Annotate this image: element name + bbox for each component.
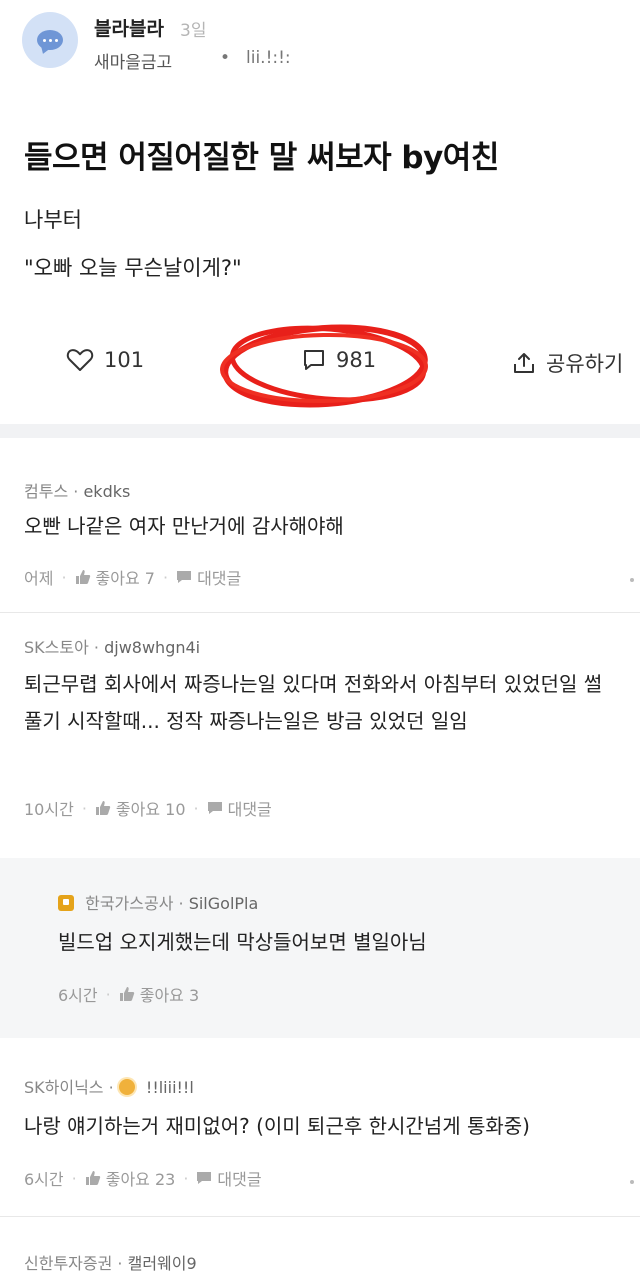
post-action-bar: 101 981 공유하기 — [0, 320, 640, 410]
more-options-icon[interactable] — [630, 1180, 634, 1184]
meta-separator: · — [73, 482, 79, 501]
comment-footer: 어제 · 좋아요 7 · 대댓글 — [24, 565, 241, 589]
comment-divider — [0, 1216, 640, 1217]
like-label: 좋아요 10 — [115, 800, 186, 819]
comment-divider — [0, 612, 640, 613]
reply-nickname: SilGolPla — [188, 894, 259, 913]
comment-nickname: djw8whgn4i — [104, 638, 201, 657]
post-company: 새마을금고 — [94, 53, 173, 73]
like-button[interactable]: 좋아요 23 — [85, 1166, 176, 1190]
like-label: 좋아요 23 — [105, 1170, 176, 1189]
post-time: 3일 — [180, 21, 207, 41]
reply-label: 대댓글 — [227, 800, 272, 819]
meta-separator: · — [105, 984, 111, 1004]
reply-time: 6시간 — [58, 986, 98, 1005]
thumbs-up-icon — [95, 801, 111, 815]
share-icon — [514, 353, 534, 373]
comment-text: 퇴근무렵 회사에서 짜증나는일 있다며 전화와서 아침부터 있었던일 썰 풀기 … — [24, 672, 603, 733]
post-author[interactable]: 블라블라 — [94, 14, 164, 41]
comment-company: 컴투스 — [24, 482, 69, 501]
thumbs-up-icon — [119, 987, 134, 1001]
speech-bubble-icon — [177, 571, 192, 583]
speech-bubble-icon — [197, 1172, 212, 1184]
avatar[interactable] — [22, 12, 78, 68]
comment-meta: SK스토아 · djw8whgn4i — [24, 634, 200, 658]
like-label: 좋아요 7 — [95, 569, 155, 588]
comment-footer: 6시간 · 좋아요 23 · 대댓글 — [24, 1166, 262, 1190]
post-body-line: "오빠 오늘 무슨날이게?" — [24, 256, 242, 280]
post-header: 블라블라 3일 새마을금고 • lii.!:!: — [22, 10, 622, 73]
thumbs-up-icon — [75, 570, 90, 584]
post-title: 들으면 어질어질한 말 써보자 by여친 — [24, 140, 499, 176]
post-nickname: lii.!:!: — [246, 48, 291, 68]
like-button[interactable]: 좋아요 3 — [119, 982, 199, 1006]
thumbs-up-icon — [85, 1171, 100, 1185]
comment-meta: 신한투자증권 · 캘러웨이9 — [24, 1250, 197, 1274]
reply-label: 대댓글 — [217, 1170, 262, 1189]
comment-text: 나랑 얘기하는거 재미없어? (이미 퇴근후 한시간넘게 통화중) — [24, 1114, 530, 1138]
share-label: 공유하기 — [546, 352, 624, 376]
like-count: 101 — [104, 348, 145, 372]
chat-bubble-icon — [37, 30, 63, 50]
trophy-badge-icon — [58, 895, 74, 911]
comment-footer: 10시간 · 좋아요 10 · 대댓글 — [24, 796, 272, 820]
like-button[interactable]: 좋아요 10 — [95, 796, 186, 820]
comment-nickname: !!liii!!l — [145, 1078, 194, 1097]
meta-separator: · — [93, 638, 99, 657]
comment-text: 오빤 나같은 여자 만난거에 감사해야해 — [24, 514, 344, 538]
reply-footer: 6시간 · 좋아요 3 — [58, 982, 199, 1006]
comment-time: 어제 — [24, 569, 54, 588]
like-label: 좋아요 3 — [139, 986, 200, 1005]
reply-button[interactable]: 대댓글 — [176, 565, 241, 589]
comment-time: 10시간 — [24, 800, 74, 819]
sun-badge-icon — [118, 1079, 135, 1095]
reply-meta: 한국가스공사 · SilGolPla — [58, 890, 258, 914]
comment-button[interactable]: 981 — [302, 348, 376, 372]
comment-company: 신한투자증권 — [24, 1254, 113, 1273]
comment-time: 6시간 — [24, 1170, 64, 1189]
speech-bubble-icon — [207, 802, 222, 814]
comment-icon — [304, 350, 324, 370]
comment-company: SK하이닉스 — [24, 1078, 104, 1097]
comment-nickname: ekdks — [83, 482, 131, 501]
comment-nickname: 캘러웨이9 — [127, 1254, 197, 1273]
reply-button[interactable]: 대댓글 — [196, 1166, 262, 1190]
like-button[interactable]: 101 — [66, 348, 144, 372]
like-button[interactable]: 좋아요 7 — [75, 565, 155, 589]
comment-meta: 컴투스 · ekdks — [24, 478, 130, 502]
reply-text: 빌드업 오지게했는데 막상들어보면 별일아님 — [58, 930, 427, 954]
post-body-line: 나부터 — [24, 208, 82, 232]
meta-separator: • — [220, 48, 231, 68]
meta-separator: · — [71, 1168, 77, 1188]
meta-separator: · — [183, 1168, 189, 1188]
share-button[interactable]: 공유하기 — [512, 348, 623, 378]
reply-button[interactable]: 대댓글 — [207, 796, 272, 820]
meta-separator: · — [117, 1254, 123, 1273]
heart-icon — [66, 349, 94, 371]
meta-separator: · — [108, 1078, 114, 1097]
comment-count: 981 — [336, 348, 377, 372]
comment-company: SK스토아 — [24, 638, 89, 657]
meta-separator: · — [193, 798, 199, 818]
meta-separator: · — [162, 567, 169, 587]
more-options-icon[interactable] — [630, 578, 634, 582]
meta-separator: · — [61, 567, 67, 587]
meta-separator: · — [81, 798, 87, 818]
meta-separator: · — [178, 894, 184, 913]
comment-meta: SK하이닉스 · !!liii!!l — [24, 1074, 194, 1098]
section-divider — [0, 424, 640, 438]
reply-company: 한국가스공사 — [85, 894, 174, 913]
reply-label: 대댓글 — [197, 569, 242, 588]
